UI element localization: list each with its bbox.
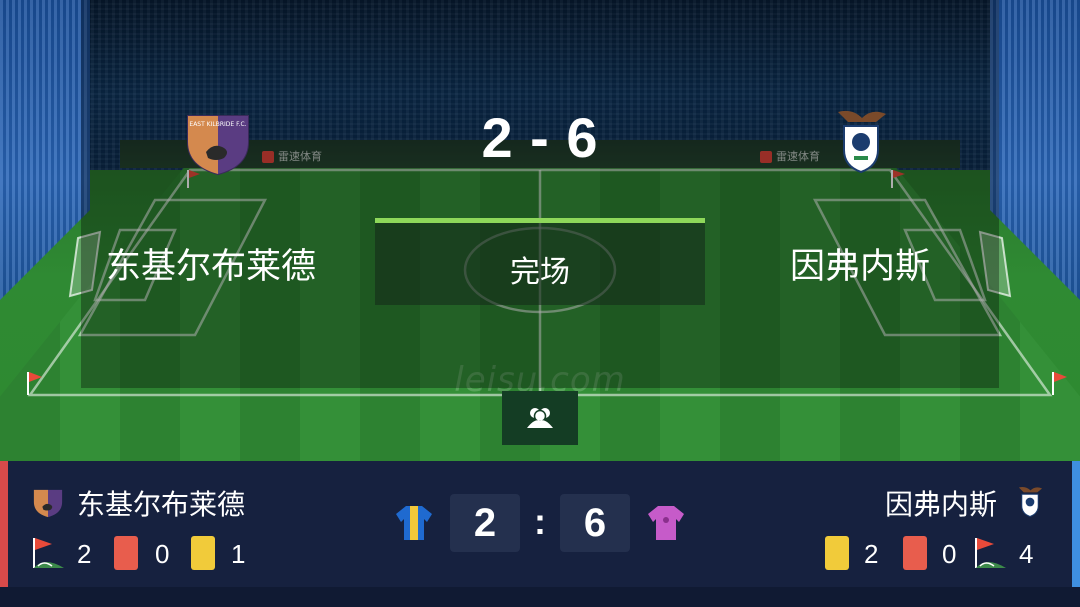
home-corners: 2 [77,539,92,569]
away-kit-icon [648,506,684,540]
red-card-icon [114,536,138,570]
home-team-name-small: 东基尔布莱德 [77,488,246,521]
away-team-badge [838,110,886,174]
score-display: 2 - 6 [481,106,599,169]
away-badge-small [1018,486,1043,517]
corner-flag-icon [33,538,64,568]
home-team-name: 东基尔布莱德 [106,247,317,287]
score-overlay [81,0,999,388]
score-separator: : [534,501,546,542]
away-corners: 4 [1019,539,1034,569]
lineup-button[interactable] [502,391,578,445]
away-team-name: 因弗内斯 [790,247,931,287]
people-icon [527,408,553,428]
home-edge-marker [0,461,8,587]
bar-footer [0,587,1080,607]
svg-text:EAST KILBRIDE F.C.: EAST KILBRIDE F.C. [189,121,246,128]
home-badge-small [33,489,63,518]
home-team-badge: EAST KILBRIDE F.C. [187,115,249,176]
yellow-card-icon [825,536,849,570]
home-yellow-cards: 1 [231,539,246,569]
match-stage: 雷速体育 雷速体育 leisu.com EAST KILBRIDE F.C. 2… [0,0,1080,461]
home-kit-icon [396,506,432,540]
match-summary-bar: 东基尔布莱德 2 0 1 2 : 6 因弗内斯 2 0 4 [0,461,1080,607]
away-score: 6 [560,494,630,552]
yellow-card-icon [191,536,215,570]
away-red-cards: 0 [942,539,957,569]
match-status-text: 完场 [510,255,570,290]
match-status-box: 完场 [375,218,705,305]
home-red-cards: 0 [155,539,170,569]
away-edge-marker [1072,461,1080,587]
red-card-icon [903,536,927,570]
away-yellow-cards: 2 [864,539,879,569]
corner-flag-icon [975,538,1006,568]
home-score: 2 [450,494,520,552]
away-team-name-small: 因弗内斯 [885,488,998,521]
